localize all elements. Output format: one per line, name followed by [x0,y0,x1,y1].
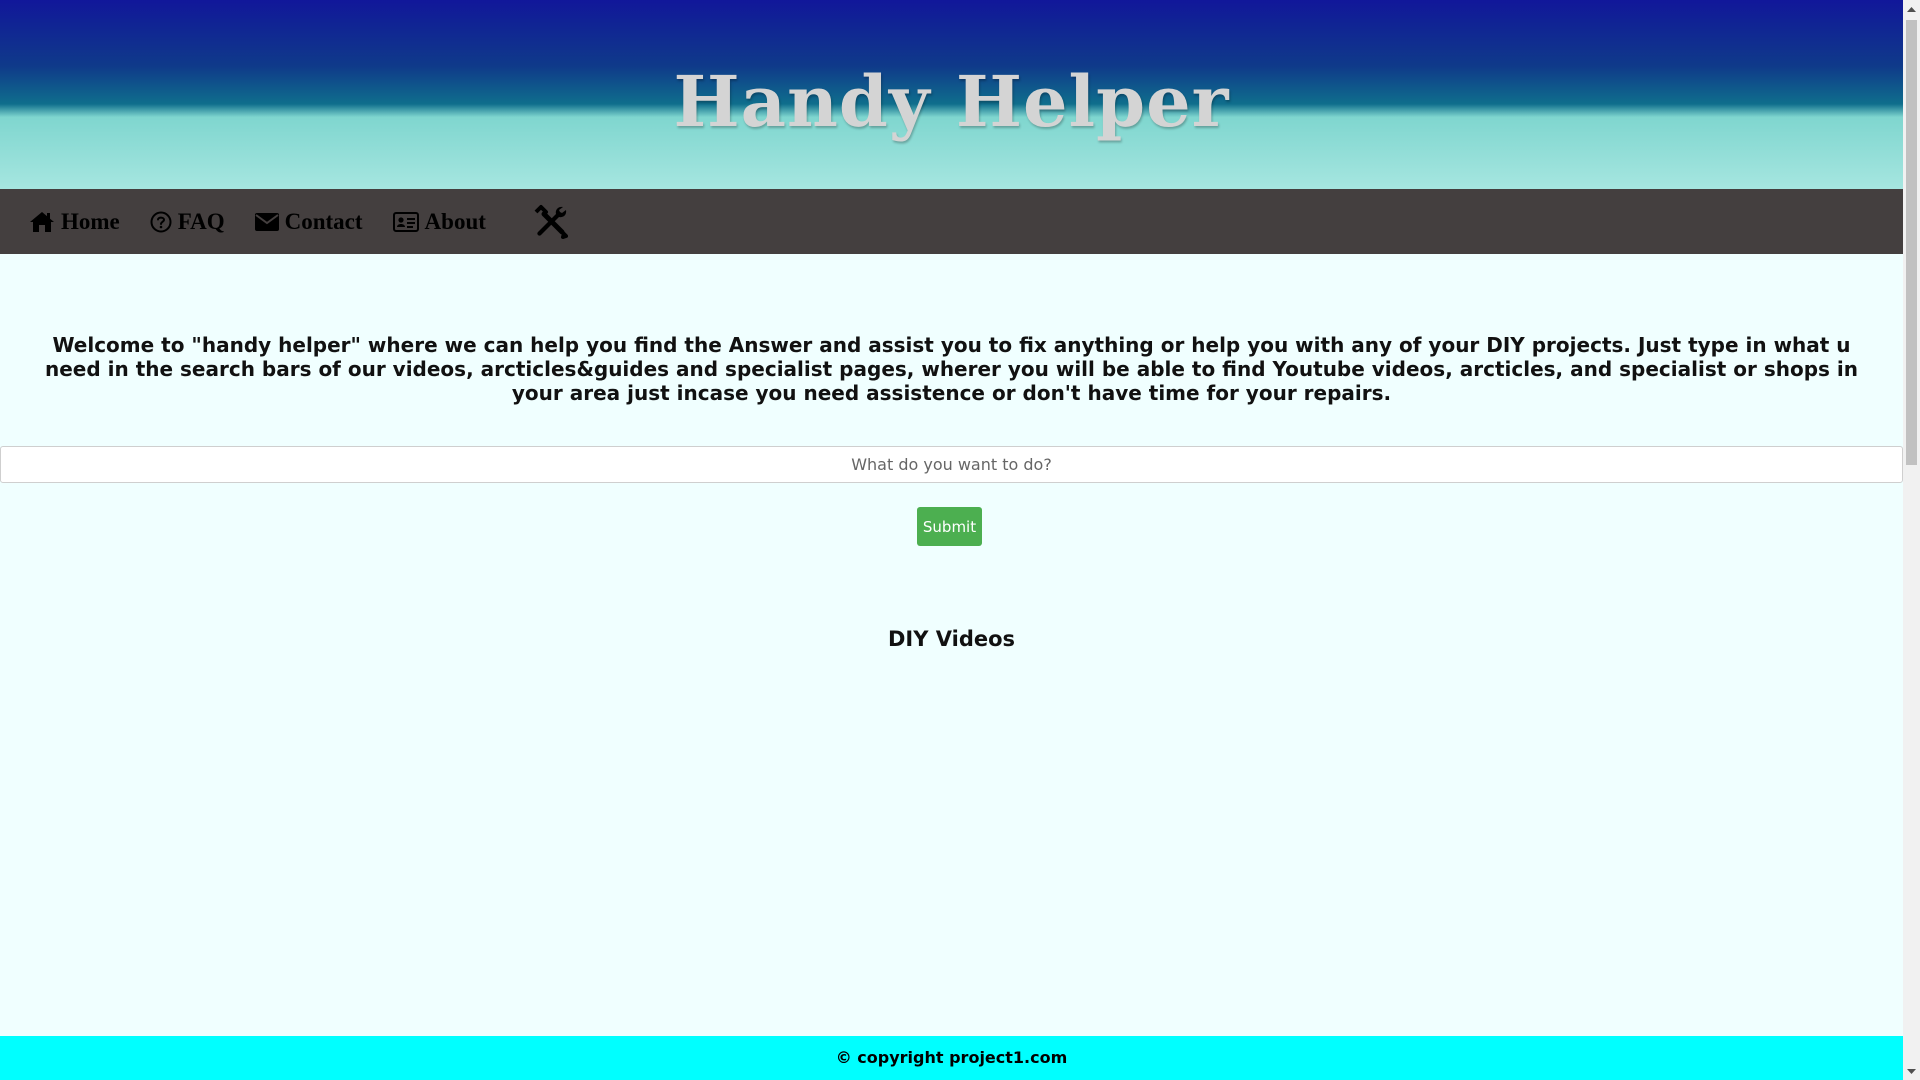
nav-item-label: About [424,208,486,234]
envelope-icon [254,212,279,231]
site-header: Handy Helper [0,0,1903,189]
site-title: Handy Helper [673,60,1230,143]
site-footer: © copyright project1.com [0,1036,1903,1080]
nav-item-contact[interactable]: Contact [254,208,363,235]
home-icon [30,211,54,232]
scroll-down-icon[interactable] [1903,1063,1920,1080]
nav-item-about[interactable]: About [392,208,486,235]
diy-videos-heading: DIY Videos [887,627,1016,651]
id-card-icon [392,211,419,232]
nav-item-label: Contact [284,208,363,234]
nav-item-home[interactable]: Home [29,209,120,235]
nav-item-faq[interactable]: FAQ [150,209,225,235]
intro-text: Welcome to "handy helper" where we can h… [44,333,1858,405]
tools-icon [532,203,570,241]
submit-button[interactable]: Submit [917,507,982,546]
page: Handy Helper Home FAQ Contact About Welc… [0,0,1903,1080]
scroll-up-icon[interactable] [1903,0,1920,17]
nav-item-label: FAQ [177,208,225,234]
vertical-scrollbar[interactable] [1903,0,1920,1080]
main-navbar: Home FAQ Contact About [0,189,1903,254]
nav-item-label: Home [61,208,120,234]
scrollbar-thumb[interactable] [1906,20,1917,465]
copyright-text: © copyright project1.com [835,1048,1068,1067]
search-input[interactable] [0,446,1903,483]
question-circle-icon [150,211,172,232]
